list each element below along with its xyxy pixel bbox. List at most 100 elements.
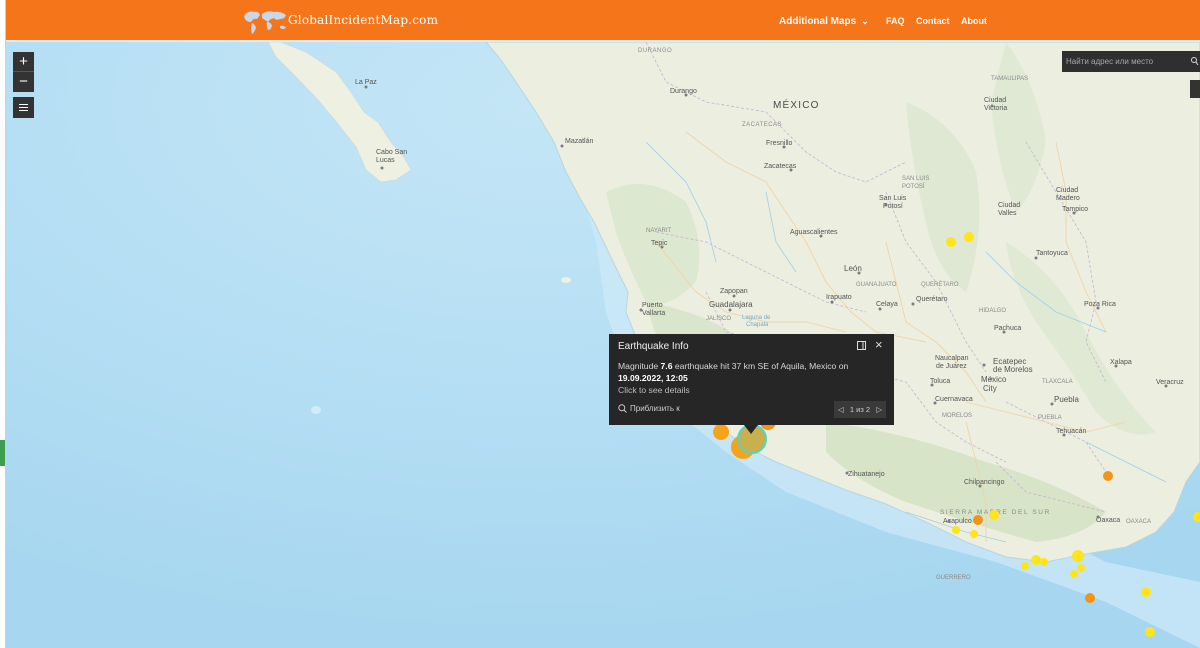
layer-list-button[interactable] [13, 97, 34, 118]
svg-text:Querétaro: Querétaro [916, 296, 948, 303]
svg-text:Valles: Valles [998, 210, 1017, 217]
nav-about[interactable]: About [961, 0, 987, 42]
svg-text:ZACATECAS: ZACATECAS [742, 122, 782, 128]
svg-text:Cabo San: Cabo San [376, 149, 407, 156]
svg-text:Naucalpan: Naucalpan [935, 355, 969, 362]
quake-marker[interactable] [1077, 564, 1085, 572]
svg-text:JALISCO: JALISCO [706, 316, 731, 322]
quake-marker[interactable] [1145, 627, 1155, 637]
svg-text:Ciudad: Ciudad [1056, 187, 1078, 194]
svg-text:Pachuca: Pachuca [994, 325, 1021, 332]
quake-marker[interactable] [946, 237, 956, 247]
zoom-out-button[interactable]: − [13, 72, 34, 92]
nav-contact[interactable]: Contact [916, 0, 950, 42]
previous-feature-icon[interactable]: ◁ [838, 405, 844, 414]
label-mexico: MÉXICO [773, 98, 820, 111]
magnitude-value: 7.6 [660, 361, 673, 371]
quake-marker[interactable] [1072, 550, 1084, 562]
quake-marker[interactable] [1141, 587, 1151, 597]
browser-viewport: GlobalIncidentMap.com Additional Maps ⌄ … [0, 0, 1200, 648]
quake-marker[interactable] [970, 530, 978, 538]
zoom-to-icon [618, 404, 627, 413]
svg-text:Veracruz: Veracruz [1156, 379, 1184, 386]
map-view[interactable]: MÉXICO DURANGO Durango La Paz Cabo San L… [6, 42, 1200, 648]
popup-footer: Приблизить к ◁ 1 из 2 ▷ [609, 398, 894, 425]
svg-text:Guadalajara: Guadalajara [709, 300, 753, 309]
nav-additional-maps[interactable]: Additional Maps ⌄ [779, 0, 869, 42]
svg-text:Victoria: Victoria [984, 105, 1007, 112]
svg-text:Chilpancingo: Chilpancingo [964, 479, 1005, 486]
quake-marker[interactable] [713, 424, 729, 440]
svg-text:La Paz: La Paz [355, 79, 377, 86]
event-datetime: 19.09.2022, 12:05 [618, 373, 688, 383]
svg-text:Tehuacán: Tehuacán [1056, 428, 1086, 435]
svg-text:Chapala: Chapala [746, 322, 769, 328]
svg-text:Vallarta: Vallarta [642, 310, 665, 317]
quake-marker[interactable] [964, 232, 974, 242]
svg-text:Durango: Durango [670, 88, 697, 95]
svg-text:de Morelos: de Morelos [993, 365, 1033, 374]
search-input[interactable] [1066, 54, 1184, 69]
search-box[interactable] [1062, 51, 1200, 72]
quake-marker[interactable] [1040, 558, 1048, 566]
svg-text:GUERRERO: GUERRERO [936, 575, 971, 581]
earthquake-popup: Earthquake Info × Magnitude 7.6 earthqua… [609, 334, 894, 425]
svg-text:Acapulco: Acapulco [943, 518, 972, 525]
svg-text:Oaxaca: Oaxaca [1096, 517, 1120, 524]
svg-text:NAYARIT: NAYARIT [646, 228, 671, 234]
svg-text:Tampico: Tampico [1062, 206, 1088, 213]
quake-marker[interactable] [1031, 555, 1041, 565]
svg-text:Fresnillo: Fresnillo [766, 140, 793, 147]
feature-pager: ◁ 1 из 2 ▷ [834, 401, 886, 418]
svg-text:San Luis: San Luis [879, 195, 907, 202]
popup-title: Earthquake Info [618, 341, 689, 352]
svg-text:GUANAJUATO: GUANAJUATO [856, 282, 897, 288]
quake-marker[interactable] [952, 526, 960, 534]
svg-text:TLAXCALA: TLAXCALA [1042, 379, 1073, 385]
popup-pointer [744, 425, 758, 434]
site-logo[interactable]: GlobalIncidentMap.com [240, 5, 438, 37]
next-feature-icon[interactable]: ▷ [876, 405, 882, 414]
svg-text:Mazatlán: Mazatlán [565, 138, 594, 145]
nav-faq[interactable]: FAQ [886, 0, 905, 42]
side-panel-button[interactable] [1190, 80, 1200, 98]
pager-count: 1 из 2 [849, 405, 871, 414]
svg-text:MORELOS: MORELOS [942, 413, 972, 419]
map-canvas[interactable]: MÉXICO DURANGO Durango La Paz Cabo San L… [6, 42, 1200, 648]
svg-text:POTOSÍ: POTOSÍ [902, 183, 925, 190]
zoom-controls: + − [13, 52, 34, 92]
nav-additional-maps-label: Additional Maps [779, 15, 857, 27]
popup-body: Magnitude 7.6 earthquake hit 37 km SE of… [618, 361, 849, 395]
svg-text:Poza Rica: Poza Rica [1084, 301, 1116, 308]
quake-marker[interactable] [973, 515, 983, 525]
svg-text:Puebla: Puebla [1054, 395, 1079, 404]
panel-tab[interactable] [0, 440, 5, 466]
search-icon[interactable] [1189, 54, 1199, 68]
svg-text:Zihuatanejo: Zihuatanejo [848, 471, 885, 478]
svg-text:SAN LUIS: SAN LUIS [902, 176, 929, 182]
svg-text:OAXACA: OAXACA [1126, 519, 1151, 525]
world-map-icon [244, 11, 286, 34]
svg-text:Tantoyuca: Tantoyuca [1036, 250, 1068, 257]
maximize-icon[interactable] [857, 341, 866, 350]
svg-text:Ciudad: Ciudad [984, 97, 1006, 104]
quake-marker[interactable] [1103, 471, 1113, 481]
svg-text:PUEBLA: PUEBLA [1038, 415, 1062, 421]
zoom-to-button[interactable]: Приблизить к [618, 404, 680, 413]
quake-marker[interactable] [1021, 562, 1029, 570]
svg-text:City: City [983, 384, 997, 393]
quake-marker[interactable] [989, 510, 999, 520]
svg-text:Lucas: Lucas [376, 157, 395, 164]
zoom-in-button[interactable]: + [13, 52, 34, 72]
list-icon [19, 104, 28, 105]
svg-text:Cuernavaca: Cuernavaca [935, 396, 973, 403]
details-link[interactable]: Click to see details [618, 385, 690, 395]
svg-text:QUERÉTARO: QUERÉTARO [921, 281, 959, 288]
close-icon[interactable]: × [875, 338, 883, 351]
svg-text:Puerto: Puerto [642, 302, 663, 309]
chevron-down-icon: ⌄ [861, 15, 869, 26]
quake-marker[interactable] [1070, 570, 1078, 578]
quake-marker[interactable] [1085, 593, 1095, 603]
left-panel-edge [0, 0, 6, 648]
svg-text:Xalapa: Xalapa [1110, 359, 1132, 366]
